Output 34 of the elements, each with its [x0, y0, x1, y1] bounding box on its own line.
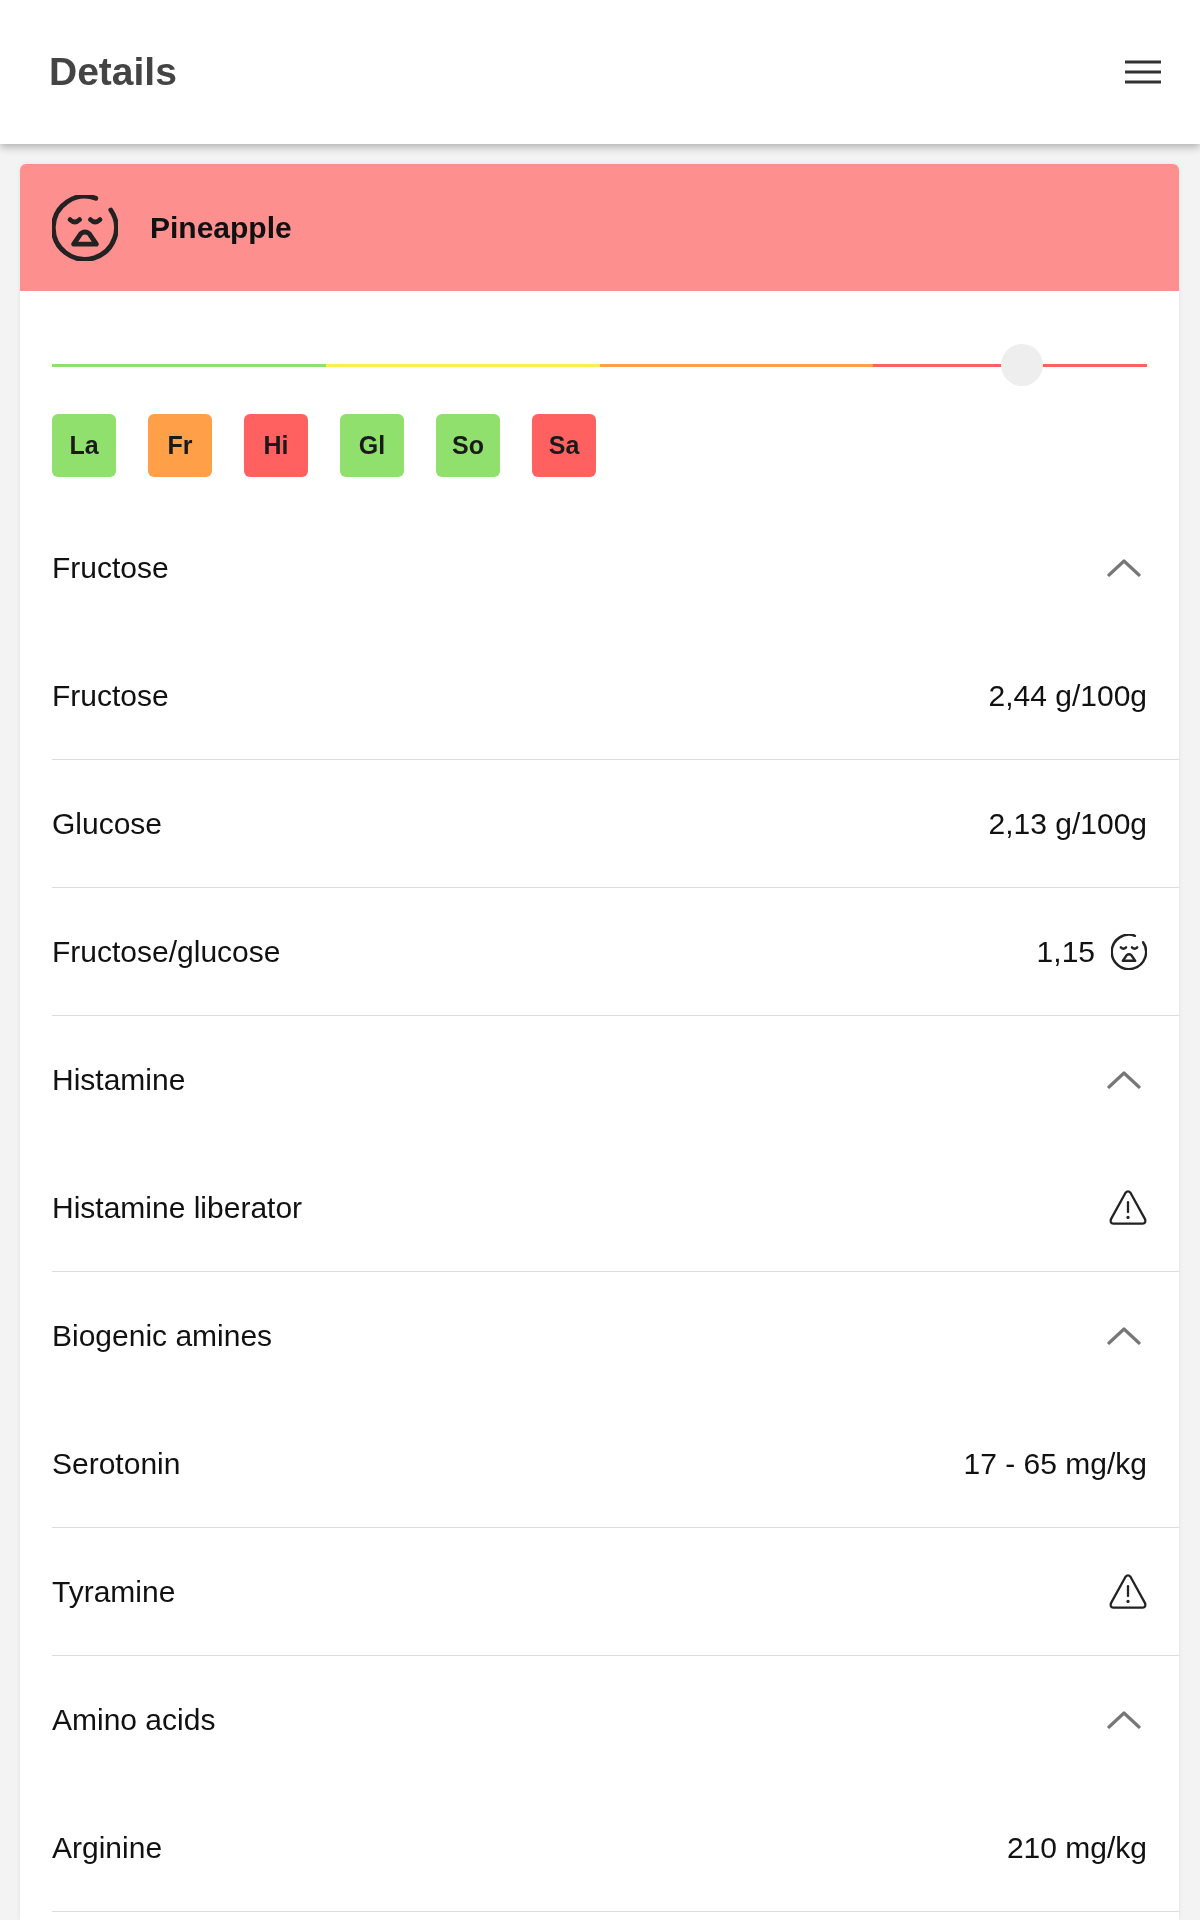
row-value: 17 - 65 mg/kg: [963, 1446, 1147, 1481]
section-header[interactable]: Histamine: [52, 1016, 1179, 1144]
category-tag: Fr: [148, 414, 212, 477]
category-tag: Sa: [532, 414, 596, 477]
row-value: 210 mg/kg: [1006, 1830, 1147, 1865]
section-header[interactable]: Fructose: [52, 504, 1179, 632]
menu-button[interactable]: [1125, 60, 1161, 84]
sad-face-icon: [1111, 933, 1147, 970]
category-tag: Hi: [244, 414, 308, 477]
row-label: Histamine liberator: [52, 1190, 303, 1225]
section-header[interactable]: Amino acids: [52, 1656, 1179, 1784]
row-label: Glucose: [52, 806, 163, 841]
menu-icon: [1125, 60, 1161, 84]
row-label: Fructose: [52, 678, 169, 713]
row-label: Arginine: [52, 1830, 163, 1865]
chevron-up-icon: [1107, 1071, 1141, 1089]
chevron-up-icon: [1107, 559, 1141, 577]
category-tag: La: [52, 414, 116, 477]
chevron-up-icon: [1107, 1327, 1141, 1345]
sad-face-icon: [52, 194, 118, 261]
row-value: 2,44 g/100g: [988, 678, 1147, 713]
row-value: 2,13 g/100g: [988, 806, 1147, 841]
row-value: 1,15: [1036, 934, 1095, 969]
page-title: Details: [49, 50, 177, 94]
row-label: Fructose/glucose: [52, 934, 281, 969]
warning-icon: [1109, 1190, 1147, 1225]
row-label: Tyramine: [52, 1574, 176, 1609]
row-label: Serotonin: [52, 1446, 181, 1481]
category-tag: So: [436, 414, 500, 477]
chevron-up-icon: [1107, 1711, 1141, 1729]
food-name: Pineapple: [150, 210, 292, 245]
section-header[interactable]: Biogenic amines: [52, 1272, 1179, 1400]
category-tag: Gl: [340, 414, 404, 477]
warning-icon: [1109, 1574, 1147, 1609]
